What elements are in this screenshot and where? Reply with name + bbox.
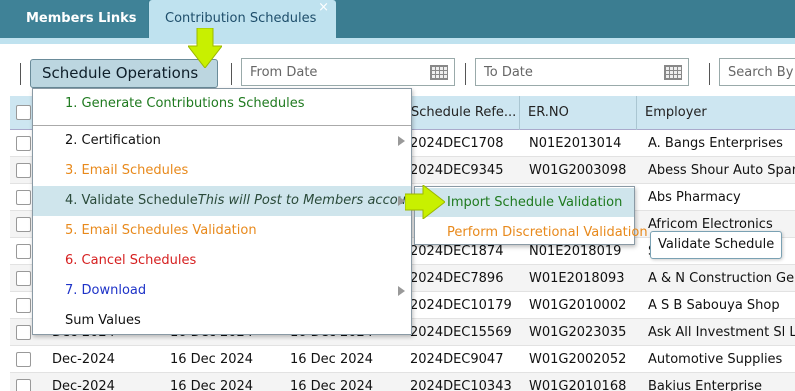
menu-item-validate-schedule[interactable]: 4. Validate ScheduleThis will Post to Me… bbox=[33, 186, 426, 216]
cell-date2: 16 Dec 2024 bbox=[290, 379, 374, 391]
chevron-right-icon bbox=[398, 136, 405, 146]
chevron-right-icon bbox=[398, 196, 405, 206]
cell-erno: W01G2002052 bbox=[529, 352, 627, 367]
menu-item-download[interactable]: 7. Download bbox=[33, 276, 411, 306]
menu-item-generate-schedules[interactable]: 1. Generate Contributions Schedules bbox=[33, 89, 411, 119]
table-row[interactable]: Dec-2024 16 Dec 2024 16 Dec 2024 2024DEC103… bbox=[10, 373, 795, 391]
column-header-employer[interactable]: Employer bbox=[636, 96, 795, 130]
tab-members-links[interactable]: Members Links bbox=[0, 0, 148, 38]
right-arrow-icon bbox=[405, 185, 445, 219]
chevron-right-icon bbox=[398, 286, 405, 296]
cell-ref: 2024DEC9345 bbox=[410, 163, 504, 178]
cell-ref: 2024DEC10179 bbox=[410, 298, 512, 313]
row-checkbox[interactable] bbox=[16, 379, 31, 391]
row-checkbox[interactable] bbox=[16, 352, 31, 367]
search-placeholder: Search By E bbox=[728, 65, 795, 80]
cell-date1: 16 Dec 2024 bbox=[170, 379, 254, 391]
cell-ref: 2024DEC10343 bbox=[410, 379, 512, 391]
menu-item-cancel-schedules[interactable]: 6. Cancel Schedules bbox=[33, 246, 411, 276]
table-row[interactable]: Dec-2024 16 Dec 2024 16 Dec 2024 2024DEC904… bbox=[10, 346, 795, 373]
menu-item-email-schedules[interactable]: 3. Email Schedules bbox=[33, 156, 411, 186]
submenu-item-import-validation[interactable]: Import Schedule Validation bbox=[415, 188, 634, 217]
cell-employer: A. Bangs Enterprises bbox=[648, 136, 783, 151]
toolbar-divider bbox=[231, 63, 232, 85]
calendar-icon[interactable] bbox=[664, 65, 682, 80]
search-input[interactable]: Search By E bbox=[719, 58, 795, 86]
close-icon[interactable]: × bbox=[318, 0, 329, 27]
down-arrow-icon bbox=[188, 28, 222, 68]
from-date-placeholder: From Date bbox=[250, 65, 318, 80]
cell-ref: 2024DEC9047 bbox=[410, 352, 504, 367]
column-header-schedule-ref[interactable]: Schedule Refe... bbox=[402, 96, 519, 130]
tab-bar: Members Links Contribution Schedules × bbox=[0, 0, 795, 38]
submenu-item-discretional-validation[interactable]: Perform Discretional Validation bbox=[415, 218, 648, 247]
cell-ref: 2024DEC1708 bbox=[410, 136, 504, 151]
cell-ref: 2024DEC15569 bbox=[410, 325, 512, 340]
cell-employer: Abs Pharmacy bbox=[648, 190, 741, 205]
row-checkbox[interactable] bbox=[16, 163, 31, 178]
cell-employer: Automotive Supplies bbox=[648, 352, 783, 367]
cell-erno: W01G2023035 bbox=[529, 325, 627, 340]
select-all-checkbox[interactable] bbox=[16, 105, 31, 120]
cell-date1: 16 Dec 2024 bbox=[170, 352, 254, 367]
menu-item-label: 7. Download bbox=[65, 283, 147, 298]
validate-submenu: Import Schedule Validation Perform Discr… bbox=[414, 186, 648, 247]
cell-employer: A & N Construction Gene bbox=[648, 271, 795, 286]
cell-employer: Ask All Investment Sl Limi bbox=[648, 325, 795, 340]
row-checkbox[interactable] bbox=[16, 136, 31, 151]
to-date-placeholder: To Date bbox=[484, 65, 533, 80]
menu-item-label: 2. Certification bbox=[65, 133, 161, 148]
to-date-field[interactable]: To Date bbox=[475, 58, 689, 86]
calendar-icon[interactable] bbox=[430, 65, 448, 80]
tab-label: Contribution Schedules bbox=[165, 11, 317, 26]
row-checkbox[interactable] bbox=[16, 244, 31, 259]
cell-period: Dec-2024 bbox=[52, 379, 115, 391]
cell-employer: Abess Shour Auto Spares bbox=[648, 163, 795, 178]
row-checkbox[interactable] bbox=[16, 190, 31, 205]
menu-item-note: This will Post to Members accounts bbox=[197, 193, 427, 208]
tab-contribution-schedules[interactable]: Contribution Schedules × bbox=[149, 0, 336, 38]
cell-erno: W01G2010002 bbox=[529, 298, 627, 313]
menu-item-certification[interactable]: 2. Certification bbox=[33, 126, 411, 156]
cell-period: Dec-2024 bbox=[52, 352, 115, 367]
menu-item-label: 4. Validate Schedule bbox=[65, 193, 198, 208]
toolbar-divider bbox=[709, 63, 710, 85]
row-checkbox[interactable] bbox=[16, 217, 31, 232]
cell-erno: N01E2013014 bbox=[529, 136, 622, 151]
cell-erno: W01E2018093 bbox=[529, 271, 625, 286]
column-header-erno[interactable]: ER.NO bbox=[519, 96, 636, 130]
tooltip: Validate Schedule bbox=[650, 231, 783, 259]
row-checkbox[interactable] bbox=[16, 325, 31, 340]
cell-employer: Bakius Enterprise bbox=[648, 379, 763, 391]
schedule-operations-menu: 1. Generate Contributions Schedules 2. C… bbox=[32, 88, 426, 336]
row-checkbox[interactable] bbox=[16, 271, 31, 286]
cell-erno: W01G2003098 bbox=[529, 163, 627, 178]
row-checkbox[interactable] bbox=[16, 298, 31, 313]
toolbar-divider bbox=[20, 63, 21, 85]
menu-item-email-validation[interactable]: 5. Email Schedules Validation bbox=[33, 216, 411, 246]
menu-item-sum-values[interactable]: Sum Values bbox=[33, 306, 411, 336]
cell-ref: 2024DEC7896 bbox=[410, 271, 504, 286]
cell-erno: W01G2010168 bbox=[529, 379, 627, 391]
from-date-field[interactable]: From Date bbox=[241, 58, 455, 86]
cell-employer: A S B Sabouya Shop bbox=[648, 298, 780, 313]
cell-date2: 16 Dec 2024 bbox=[290, 352, 374, 367]
toolbar-divider bbox=[465, 63, 466, 85]
